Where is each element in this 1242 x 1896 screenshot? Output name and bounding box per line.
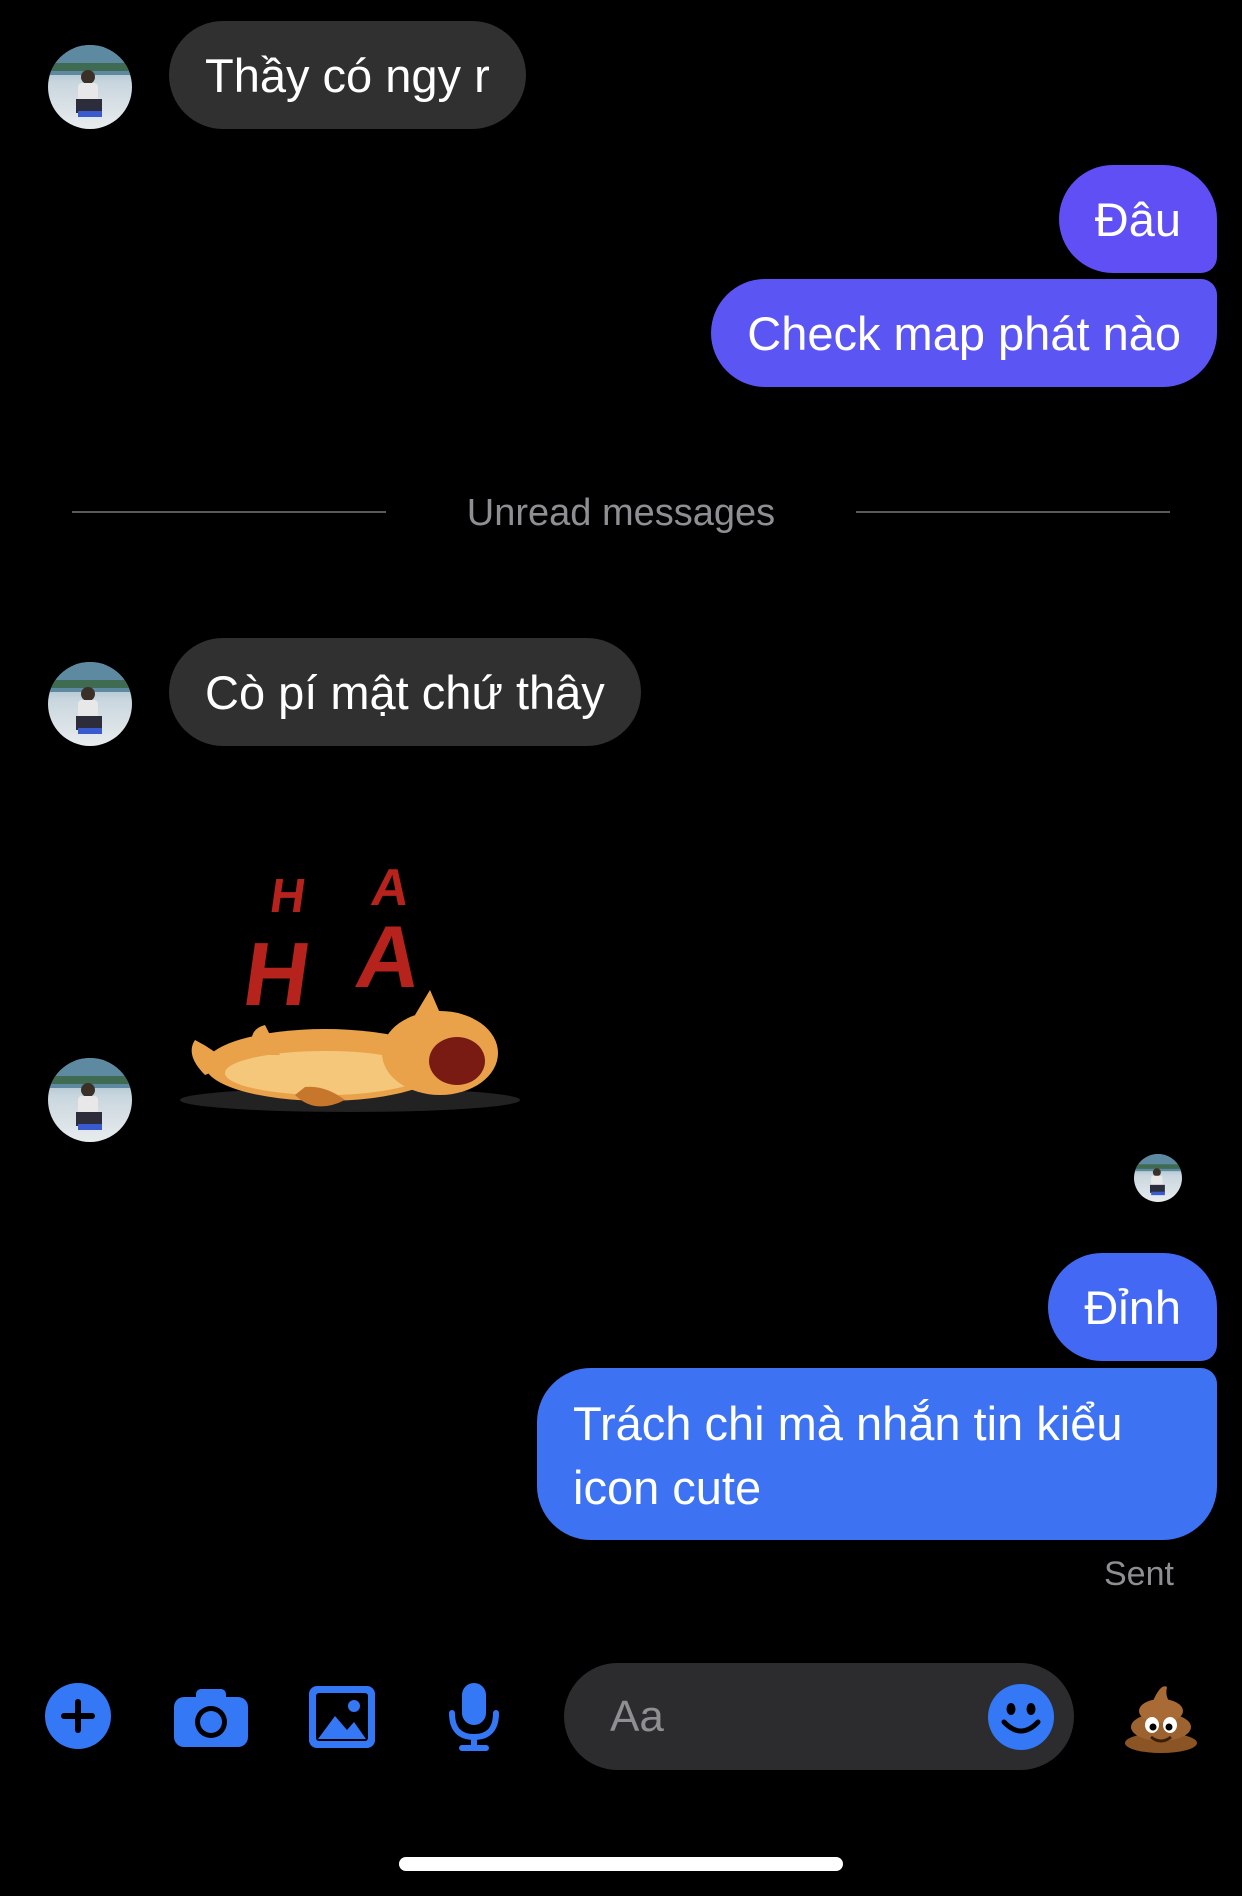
plus-icon[interactable] <box>45 1683 111 1749</box>
message-bubble-incoming[interactable]: Cò pí mật chứ thây <box>169 638 641 746</box>
contact-avatar[interactable] <box>48 1058 132 1142</box>
divider-line-left <box>72 511 386 513</box>
unread-divider-label: Unread messages <box>466 492 776 534</box>
svg-text:H: H <box>267 869 309 923</box>
message-status-sent: Sent <box>1104 1555 1174 1593</box>
read-receipt-avatar <box>1134 1154 1182 1202</box>
svg-text:H: H <box>238 924 317 1025</box>
message-bubble-outgoing[interactable]: Check map phát nào <box>711 279 1217 387</box>
message-bubble-outgoing[interactable]: Trách chi mà nhắn tin kiểu icon cute <box>537 1368 1217 1540</box>
photo-icon[interactable] <box>309 1686 375 1748</box>
svg-text:A: A <box>350 907 427 1006</box>
poop-emoji-icon[interactable] <box>1123 1681 1199 1753</box>
emoji-icon[interactable] <box>988 1684 1054 1750</box>
laughing-dog-sticker[interactable]: H A H A <box>175 859 520 1120</box>
contact-avatar[interactable] <box>48 45 132 129</box>
message-bubble-outgoing[interactable]: Đâu <box>1058 165 1217 273</box>
chat-screen: Thầy có ngy r Đâu Check map phát nào Unr… <box>0 0 1242 1896</box>
camera-icon[interactable] <box>174 1687 248 1747</box>
message-bubble-outgoing[interactable]: Đỉnh <box>1048 1253 1217 1361</box>
divider-line-right <box>856 511 1170 513</box>
microphone-icon[interactable] <box>447 1683 501 1751</box>
message-input-pill[interactable] <box>564 1663 1074 1770</box>
message-input[interactable] <box>608 1681 972 1753</box>
home-indicator[interactable] <box>399 1857 843 1871</box>
contact-avatar[interactable] <box>48 662 132 746</box>
message-bubble-incoming[interactable]: Thầy có ngy r <box>169 21 526 129</box>
